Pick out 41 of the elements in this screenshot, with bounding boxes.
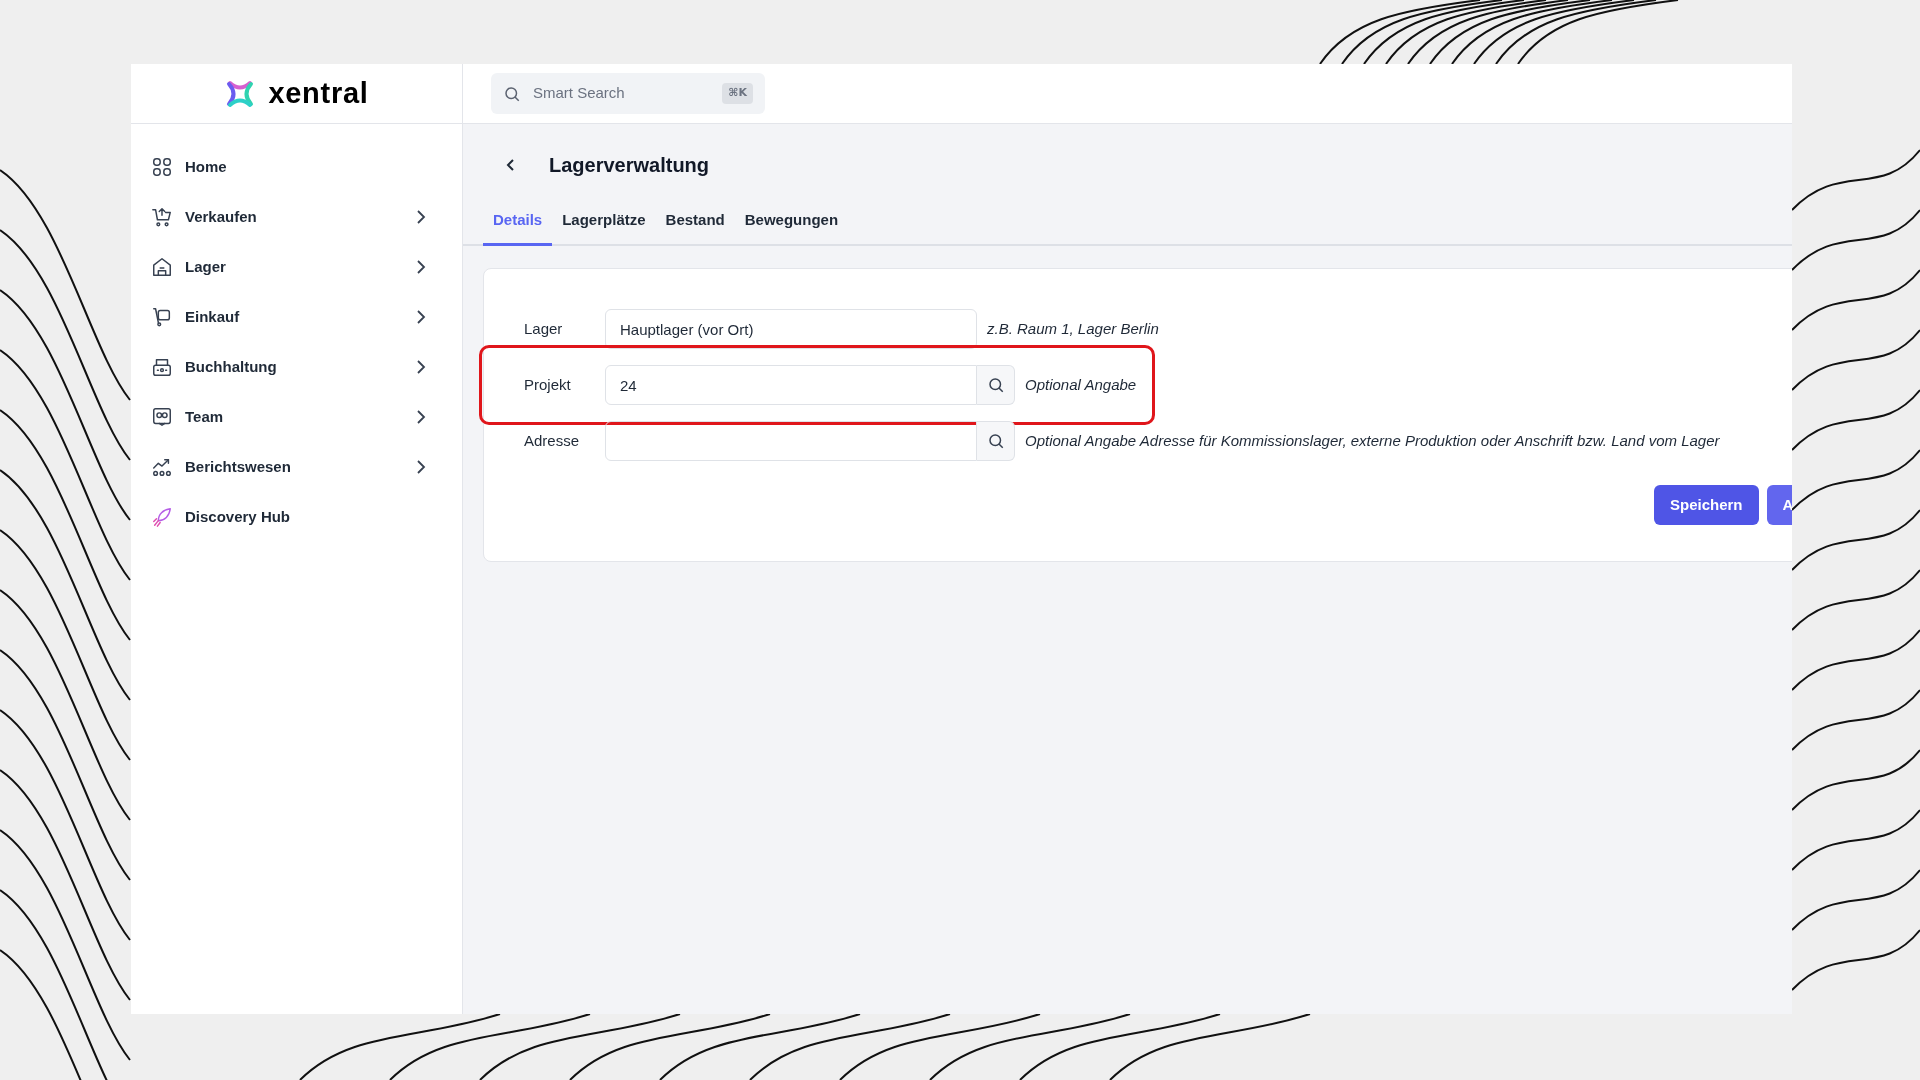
- search-field[interactable]: Smart Search: [533, 82, 711, 105]
- sidebar-item[interactable]: Team: [151, 392, 442, 442]
- input-field[interactable]: [605, 421, 977, 461]
- search-icon: [503, 84, 521, 103]
- search-bar[interactable]: Smart Search ⌘K: [491, 73, 765, 114]
- field-hint: Optional Angabe Adresse für Kommissionslager, externe Produktion oder Anschrift bzw. Land vom Lager: [1025, 430, 1720, 451]
- field-hint: Optional Angabe: [1025, 374, 1137, 395]
- search-icon: [986, 376, 1005, 394]
- chart-icon: [151, 456, 173, 478]
- tab[interactable]: Details: [483, 208, 553, 246]
- grid-icon: [151, 156, 173, 178]
- cash-register-icon: [151, 356, 173, 378]
- sidebar-item[interactable]: Home: [151, 142, 442, 192]
- rocket-icon: [151, 506, 173, 528]
- trolley-icon: [151, 306, 173, 328]
- field-label: Projekt: [524, 374, 572, 395]
- lookup-button[interactable]: [977, 365, 1015, 405]
- chevron-left-icon: [505, 158, 517, 172]
- input-field[interactable]: Hauptlager (vor Ort): [605, 309, 977, 349]
- tab[interactable]: Bestand: [655, 208, 735, 246]
- save-button[interactable]: Speichern: [1654, 485, 1759, 525]
- search-icon: [986, 432, 1005, 450]
- input-field[interactable]: 24: [605, 365, 977, 405]
- sidebar-item[interactable]: Buchhaltung: [151, 342, 442, 392]
- sidebar-item[interactable]: Berichtswesen: [151, 442, 442, 492]
- tab[interactable]: Lagerplätze: [552, 208, 656, 246]
- sidebar-item[interactable]: Lager: [151, 242, 442, 292]
- shortcut-hint: ⌘K: [722, 83, 753, 104]
- brand-name: xentral: [268, 75, 369, 111]
- lookup-button[interactable]: [977, 421, 1015, 461]
- house-icon: [151, 256, 173, 278]
- field-label: Adresse: [524, 430, 581, 451]
- people-icon: [151, 406, 173, 428]
- field-hint: z.B. Raum 1, Lager Berlin: [987, 318, 1159, 339]
- sidebar-item[interactable]: Discovery Hub: [151, 492, 442, 542]
- sidebar-item[interactable]: Einkauf: [151, 292, 442, 342]
- field-label: Lager: [524, 318, 564, 339]
- tab[interactable]: Bewegungen: [734, 208, 849, 246]
- sidebar-item[interactable]: Verkaufen: [151, 192, 442, 242]
- cart-icon: [151, 206, 173, 228]
- page-title: Lagerverwaltung: [549, 153, 710, 178]
